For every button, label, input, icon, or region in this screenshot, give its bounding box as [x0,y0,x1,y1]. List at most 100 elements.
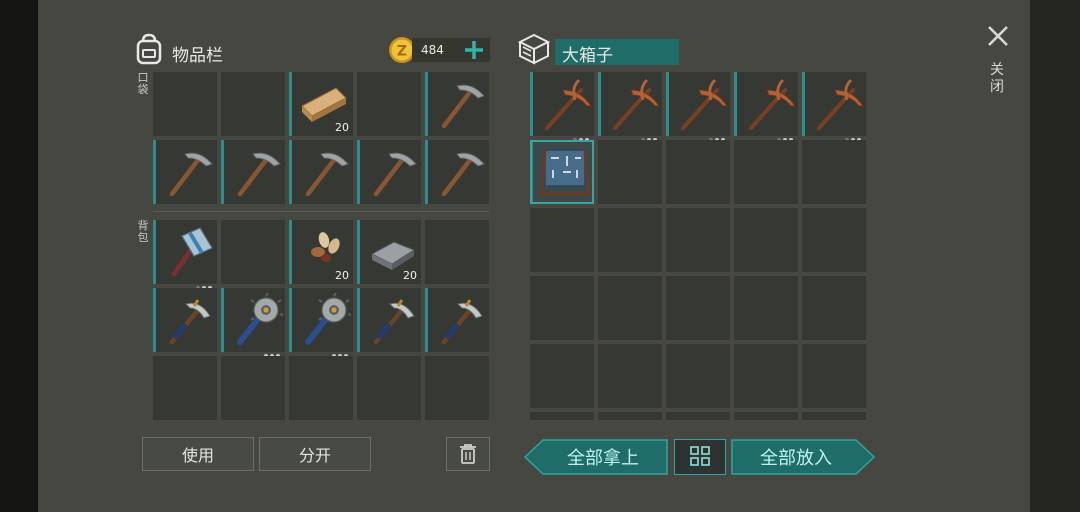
chest-slot[interactable] [802,344,866,408]
chest-slot[interactable] [802,72,866,142]
backpack-slot[interactable] [357,356,421,420]
chest-slot[interactable] [598,72,662,142]
hatchet-pick-icon [169,299,211,345]
item-quantity: 20 [403,269,417,282]
hatchet-pick-icon [373,299,415,345]
hatchet-pick-icon [441,299,483,345]
chest-slot[interactable] [666,344,730,408]
chest-slot[interactable] [530,140,594,204]
sledgehammer-icon [171,227,213,277]
chest-slot[interactable] [530,276,594,340]
chest-slot[interactable] [598,344,662,408]
backpack-slot[interactable] [221,356,285,420]
backpack-slot[interactable] [221,220,285,284]
backpack-slot[interactable] [425,356,489,420]
backpack-slot[interactable] [153,356,217,420]
chest-slot[interactable] [666,412,730,420]
chest-slot[interactable] [734,276,798,340]
chest-slot[interactable] [666,276,730,340]
put-all-button[interactable]: 全部放入 [731,439,875,475]
chest-slot[interactable] [598,276,662,340]
chest-grid [530,72,870,420]
split-button[interactable]: 分开 [259,437,371,471]
backpack-slot[interactable]: 20 [289,220,353,284]
copper-pickaxe-icon [613,78,660,130]
close-label[interactable]: 关闭 [989,62,1005,96]
durability-dots [775,127,793,142]
backpack-slot[interactable]: 20 [357,220,421,284]
pocket-slot[interactable] [153,140,217,204]
section-divider [153,211,489,212]
chest-slot[interactable] [734,72,798,142]
use-button[interactable]: 使用 [142,437,254,471]
durability-dots [194,275,212,290]
chest-slot[interactable] [666,140,730,204]
chest-title: 大箱子 [562,46,613,66]
pickaxe-icon [373,152,417,197]
grid-sort-icon [690,446,710,466]
pocket-slot[interactable] [357,72,421,136]
chest-slot[interactable] [734,140,798,204]
trash-button[interactable] [446,437,490,471]
durability-dots [843,127,861,142]
chest-slot[interactable] [734,412,798,420]
pocket-slot[interactable] [221,72,285,136]
backpack-slot[interactable] [357,288,421,352]
chest-slot[interactable] [598,140,662,204]
chest-slot[interactable] [666,72,730,142]
chest-slot[interactable] [666,208,730,272]
pickaxe-icon [169,152,213,197]
take-all-button[interactable]: 全部拿上 [524,439,668,475]
take-all-label: 全部拿上 [567,448,639,469]
pocket-slot[interactable]: 20 [289,72,353,136]
item-quantity: 20 [335,269,349,282]
chest-slot[interactable] [530,208,594,272]
chest-slot[interactable] [802,140,866,204]
durability-dots [262,343,280,358]
backpack-slot[interactable] [289,356,353,420]
chest-slot[interactable] [530,412,594,420]
backpack-slot[interactable] [153,220,217,290]
pickaxe-icon [441,152,485,197]
trash-icon [460,444,476,464]
backpack-slot[interactable] [153,288,217,352]
copper-pickaxe-icon [681,78,728,130]
chest-slot[interactable] [802,208,866,272]
durability-dots [571,127,589,142]
pocket-slot[interactable] [221,140,285,204]
chest-slot[interactable] [734,208,798,272]
pocket-section-label: 口袋 [137,71,149,96]
copper-pickaxe-icon [545,78,592,130]
chest-slot[interactable] [598,208,662,272]
pocket-slot[interactable] [425,72,489,136]
chest-slot[interactable] [598,412,662,420]
pocket-slot[interactable] [153,72,217,136]
backpack-slot[interactable] [425,288,489,352]
sort-button[interactable] [674,439,726,475]
chest-slot[interactable] [802,276,866,340]
backpack-slot[interactable] [221,288,285,358]
pocket-slot[interactable] [357,140,421,204]
backpack-section-label: 背包 [137,219,149,244]
chest-slot[interactable] [802,412,866,420]
add-coins-button[interactable] [462,38,486,62]
chest-slot[interactable] [530,72,594,142]
item-quantity: 20 [335,121,349,134]
screen-edge-right [1030,0,1080,512]
pickaxe-icon [441,84,485,129]
put-all-label: 全部放入 [760,448,832,469]
close-icon[interactable] [986,24,1010,48]
svg-text:Z: Z [397,44,407,60]
backpack-slot[interactable] [425,220,489,284]
copper-pickaxe-icon [749,78,796,130]
pickaxe-icon [237,152,281,197]
durability-dots [330,343,348,358]
pocket-slot[interactable] [425,140,489,204]
chest-slot[interactable] [530,344,594,408]
chest-slot[interactable] [734,344,798,408]
inventory-title: 物品栏 [172,46,223,66]
durability-dots [639,127,657,142]
backpack-slot[interactable] [289,288,353,358]
pocket-slot[interactable] [289,140,353,204]
saw-mace-icon [305,292,352,345]
